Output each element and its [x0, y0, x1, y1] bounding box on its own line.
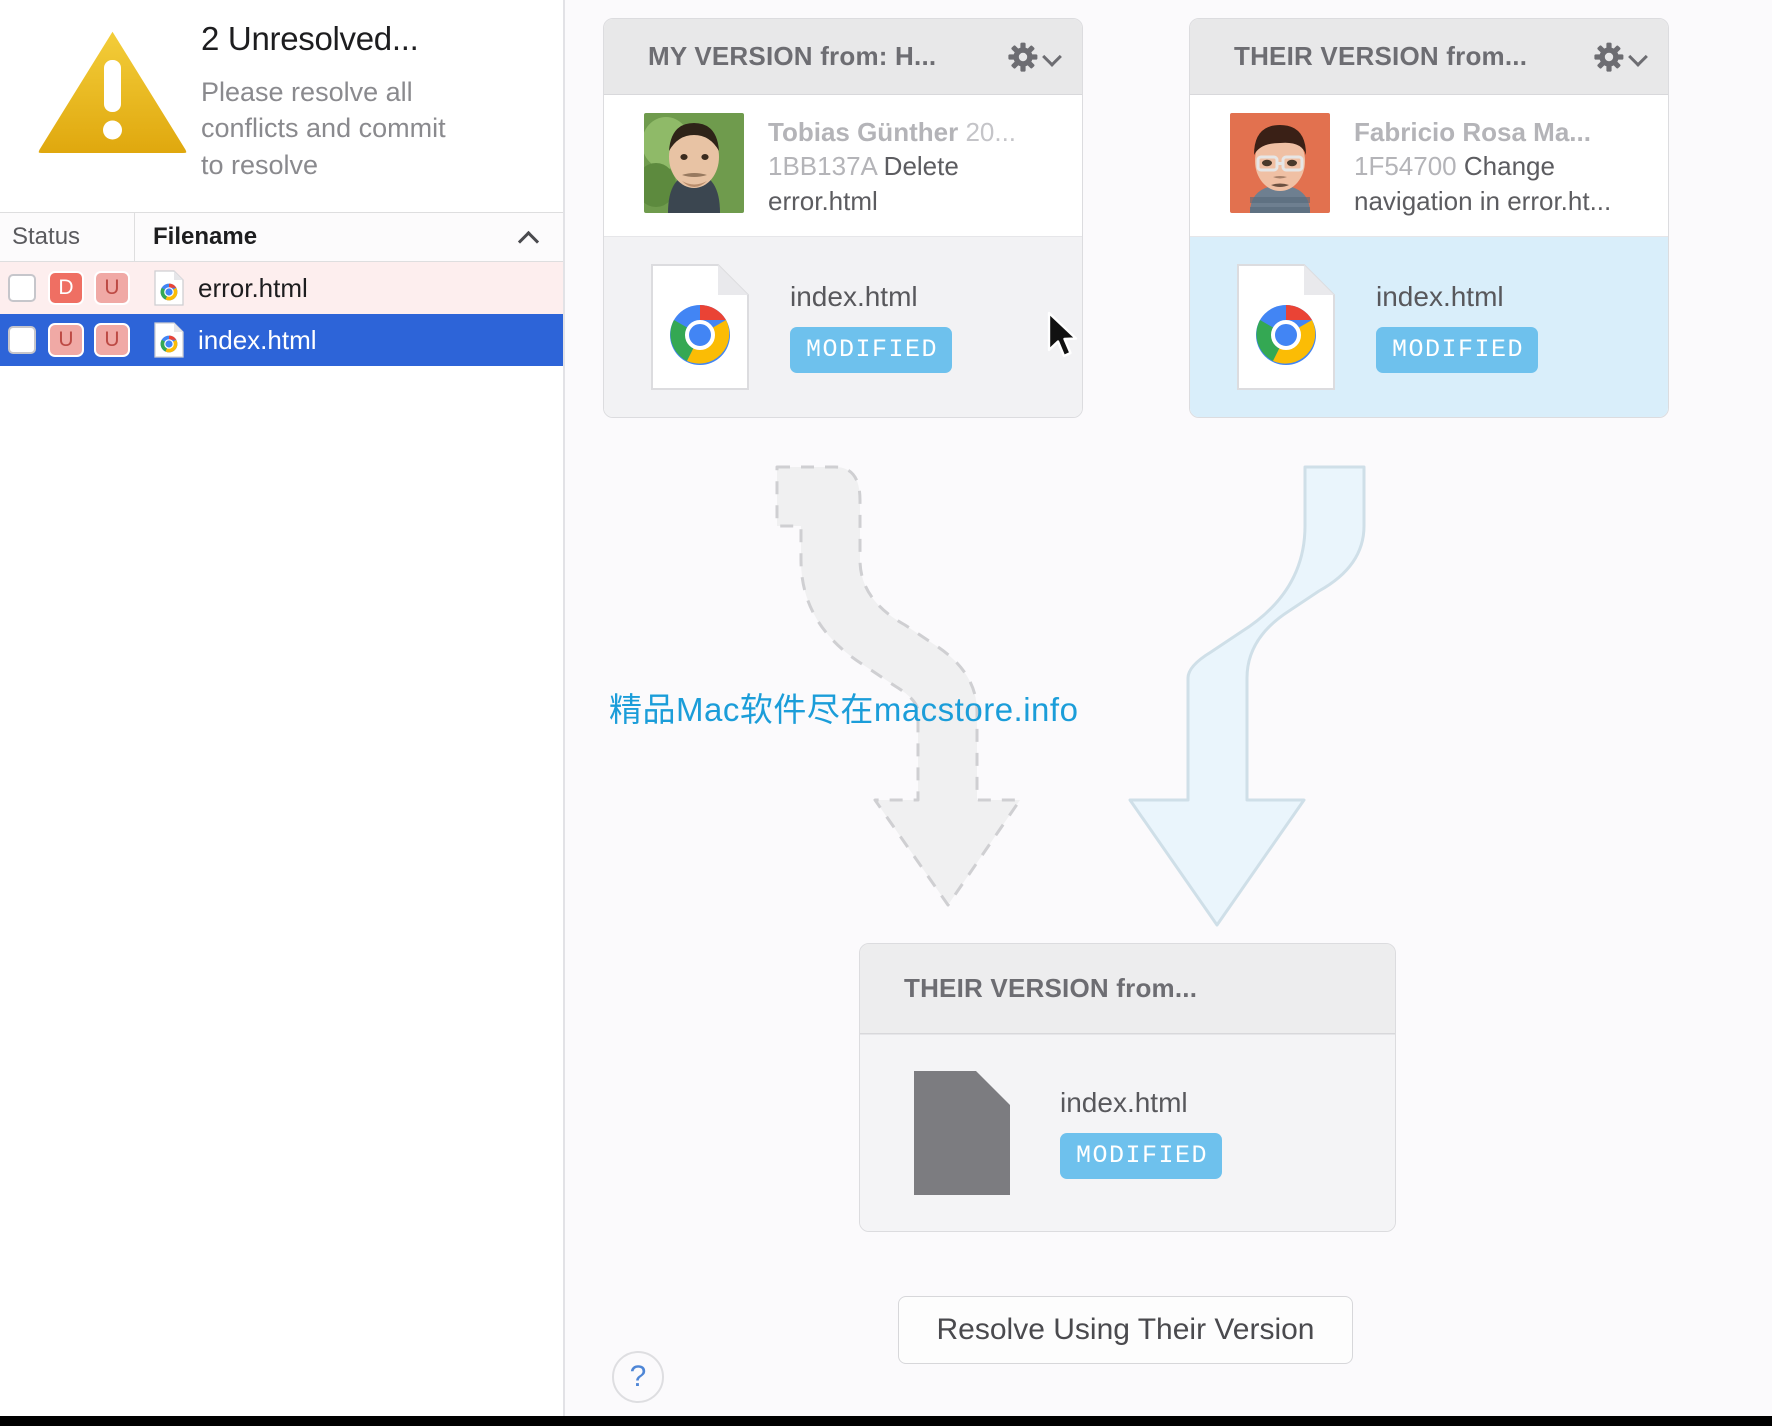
conflict-resolution-window: 2 Unresolved... Please resolve all confl…	[0, 0, 1772, 1426]
my-version-options-button[interactable]	[1008, 42, 1060, 72]
solid-arrow-active	[1128, 465, 1366, 927]
chrome-html-file-icon	[154, 322, 184, 358]
column-header-filename-label: Filename	[153, 223, 258, 250]
commit-hash: 1BB137A	[768, 151, 877, 182]
their-version-options-button[interactable]	[1594, 42, 1646, 72]
window-bottom-bar	[0, 1416, 1772, 1426]
result-file-row: index.html MODIFIED	[860, 1034, 1395, 1231]
my-version-file-meta: index.html MODIFIED	[790, 280, 953, 373]
my-version-file-row[interactable]: index.html MODIFIED	[604, 235, 1082, 417]
status-badge: U	[48, 323, 84, 357]
unresolved-subtitle: Please resolve all conflicts and commit …	[201, 77, 446, 180]
watermark-text: 精品Mac软件尽在macstore.info	[609, 691, 1079, 728]
column-header-filename[interactable]: Filename	[135, 213, 563, 261]
file-name: index.html	[1060, 1087, 1188, 1118]
my-version-commit: Tobias Günther 20... 1BB137A Delete erro…	[604, 95, 1082, 236]
help-icon[interactable]: ?	[612, 1351, 664, 1403]
generic-file-icon	[912, 1069, 1012, 1197]
warning-text: 2 Unresolved... Please resolve all confl…	[195, 12, 466, 183]
table-row[interactable]: U U index.html	[0, 314, 563, 366]
chrome-html-file-icon	[154, 270, 184, 306]
result-file-meta: index.html MODIFIED	[1060, 1087, 1223, 1179]
my-version-title: MY VERSION from: H...	[648, 41, 937, 71]
commit-hash: 1F54700	[1354, 151, 1457, 182]
sidebar: 2 Unresolved... Please resolve all confl…	[0, 0, 565, 1426]
gear-icon	[1594, 42, 1624, 72]
file-name: index.html	[790, 280, 918, 312]
status-badge: MODIFIED	[1060, 1133, 1223, 1179]
warning-triangle-icon	[30, 18, 195, 163]
avatar	[644, 113, 744, 213]
table-row[interactable]: D U error.html	[0, 262, 563, 314]
status-badge: U	[94, 323, 130, 357]
their-version-title: THEIR VERSION from...	[1234, 41, 1528, 71]
file-name: index.html	[1376, 280, 1504, 312]
file-row-name: index.html	[198, 324, 317, 355]
their-version-card[interactable]: THEIR VERSION from... Fabricio Rosa Ma..…	[1189, 18, 1669, 418]
status-badge: D	[48, 271, 84, 305]
chrome-html-file-icon	[650, 263, 750, 391]
my-version-card[interactable]: MY VERSION from: H... Tobias Günther 20.…	[603, 18, 1083, 418]
merge-canvas: 精品Mac软件尽在macstore.info MY VERSION from: …	[565, 0, 1772, 1426]
row-checkbox[interactable]	[8, 326, 36, 354]
status-badge: MODIFIED	[790, 326, 953, 373]
their-version-commit-text: Fabricio Rosa Ma... 1F54700 Change navig…	[1354, 113, 1646, 218]
chevron-up-icon	[519, 226, 541, 248]
avatar	[1230, 113, 1330, 213]
column-header-status[interactable]: Status	[0, 213, 135, 261]
status-badge: MODIFIED	[1376, 326, 1539, 373]
file-row-name: error.html	[198, 272, 308, 303]
their-version-file-row[interactable]: index.html MODIFIED	[1190, 235, 1668, 417]
unresolved-title: 2 Unresolved...	[201, 20, 419, 57]
gear-icon	[1008, 42, 1038, 72]
file-list-header: Status Filename	[0, 212, 563, 262]
their-version-commit: Fabricio Rosa Ma... 1F54700 Change navig…	[1190, 95, 1668, 236]
commit-author: Fabricio Rosa Ma...	[1354, 117, 1591, 147]
commit-author: Tobias Günther	[768, 117, 959, 147]
chevron-down-icon	[1630, 49, 1646, 65]
my-version-commit-text: Tobias Günther 20... 1BB137A Delete erro…	[768, 113, 1060, 218]
status-badge: U	[94, 271, 130, 305]
chrome-html-file-icon	[1236, 263, 1336, 391]
chevron-down-icon	[1044, 49, 1060, 65]
result-version-card[interactable]: THEIR VERSION from... index.html MODIFIE…	[859, 943, 1396, 1232]
commit-date: 20...	[965, 117, 1017, 147]
resolve-using-their-version-button[interactable]: Resolve Using Their Version	[898, 1296, 1353, 1364]
unresolved-warning-block: 2 Unresolved... Please resolve all confl…	[0, 0, 563, 212]
result-title: THEIR VERSION from...	[904, 973, 1198, 1003]
my-version-card-header: MY VERSION from: H...	[604, 19, 1082, 95]
result-card-header: THEIR VERSION from...	[860, 944, 1395, 1034]
their-version-file-meta: index.html MODIFIED	[1376, 280, 1539, 373]
row-checkbox[interactable]	[8, 274, 36, 302]
their-version-card-header: THEIR VERSION from...	[1190, 19, 1668, 95]
